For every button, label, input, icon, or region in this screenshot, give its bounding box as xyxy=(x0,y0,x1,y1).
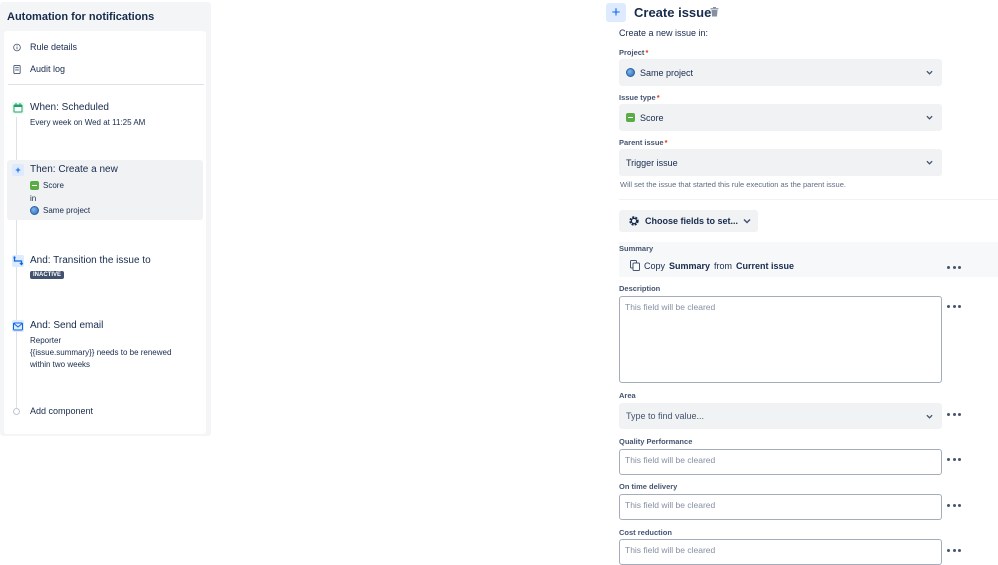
trigger-detail: Every week on Wed at 11:25 AM xyxy=(30,118,146,127)
choose-fields-button[interactable]: Choose fields to set... xyxy=(619,210,758,232)
email-subject-line1: {{issue.summary}} needs to be renewed xyxy=(30,348,172,357)
action-step-transition[interactable]: And: Transition the issue to INACTIVE xyxy=(7,251,203,285)
project-field-label: Project* xyxy=(619,48,648,57)
copy-from-text: from xyxy=(714,260,733,271)
rule-sidebar: Automation for notifications Rule detail… xyxy=(0,2,211,436)
action-step-email[interactable]: And: Send email Reporter {{issue.summary… xyxy=(7,316,203,369)
parent-issue-select[interactable]: Trigger issue xyxy=(619,149,942,176)
project-label-text: Project xyxy=(619,48,645,57)
transition-title: And: Transition the issue to xyxy=(30,255,151,266)
email-recipient: Reporter xyxy=(30,336,62,345)
required-indicator: * xyxy=(645,48,649,57)
add-component-dot xyxy=(13,408,20,415)
issue-type-label-text: Issue type xyxy=(619,93,656,102)
choose-fields-label: Choose fields to set... xyxy=(645,216,739,226)
copy-field-name: Summary xyxy=(669,260,711,271)
info-icon xyxy=(13,43,21,51)
copy-text: Copy xyxy=(644,260,666,271)
description-field[interactable]: This field will be cleared xyxy=(619,296,942,383)
email-subject-line2: within two weeks xyxy=(30,360,91,369)
project-text: Same project xyxy=(43,206,91,215)
action-header-title: Create issue xyxy=(634,5,712,20)
divider xyxy=(8,84,204,85)
area-more-icon[interactable] xyxy=(947,411,961,417)
rule-details-link[interactable]: Rule details xyxy=(13,39,77,55)
globe-icon xyxy=(626,68,635,77)
cost-more-icon[interactable] xyxy=(947,547,961,553)
delete-icon[interactable] xyxy=(710,7,719,17)
score-type-icon xyxy=(30,181,39,190)
plus-icon: + xyxy=(12,164,24,176)
create-subtitle: Create a new issue in: xyxy=(619,28,709,38)
quality-field[interactable]: This field will be cleared xyxy=(619,449,942,475)
action-title-label: Then: Create a new xyxy=(30,164,118,175)
chevron-down-icon xyxy=(743,218,751,224)
mail-icon xyxy=(12,320,24,332)
transition-icon xyxy=(12,255,24,267)
in-text: in xyxy=(30,194,37,203)
copy-icon xyxy=(630,260,640,271)
chevron-down-icon xyxy=(926,160,933,165)
copy-source-name: Current issue xyxy=(736,260,795,271)
ontime-label: On time delivery xyxy=(619,482,678,491)
issue-type-text: Score xyxy=(43,181,64,190)
required-indicator: * xyxy=(656,93,660,102)
calendar-icon xyxy=(12,102,24,114)
quality-more-icon[interactable] xyxy=(947,456,961,462)
section-divider xyxy=(619,199,998,200)
ontime-field[interactable]: This field will be cleared xyxy=(619,494,942,520)
email-title: And: Send email xyxy=(30,320,104,331)
audit-log-link[interactable]: Audit log xyxy=(13,61,65,77)
rule-details-label: Rule details xyxy=(30,42,78,52)
area-select[interactable]: Type to find value... xyxy=(619,403,942,429)
parent-issue-value: Trigger issue xyxy=(626,157,678,168)
cost-field[interactable]: This field will be cleared xyxy=(619,539,942,565)
project-globe-icon xyxy=(30,206,39,215)
score-icon xyxy=(626,113,635,122)
description-label: Description xyxy=(619,284,661,293)
action-step-create[interactable]: + Then: Create a new Score in Same proje… xyxy=(7,160,203,220)
project-value: Same project xyxy=(640,67,694,78)
trigger-title: When: Scheduled xyxy=(30,102,109,113)
chevron-down-icon xyxy=(926,115,933,120)
cost-label: Cost reduction xyxy=(619,528,672,537)
gear-icon xyxy=(629,216,639,226)
issue-type-line: Score xyxy=(30,181,64,190)
required-indicator: * xyxy=(664,138,668,147)
add-action-icon: + xyxy=(606,3,626,22)
area-placeholder: Type to find value... xyxy=(626,411,705,421)
summary-more-icon[interactable] xyxy=(947,264,961,270)
area-label: Area xyxy=(619,391,636,400)
project-select[interactable]: Same project xyxy=(619,59,942,86)
quality-label: Quality Performance xyxy=(619,437,693,446)
chevron-down-icon xyxy=(926,414,933,419)
issue-type-select[interactable]: Score xyxy=(619,104,942,131)
issue-type-value: Score xyxy=(640,112,664,123)
document-icon xyxy=(13,64,21,74)
ontime-more-icon[interactable] xyxy=(947,502,961,508)
issue-type-field-label: Issue type* xyxy=(619,93,660,102)
parent-helper-text: Will set the issue that started this rul… xyxy=(620,180,846,189)
add-component-button[interactable]: Add component xyxy=(30,406,93,416)
project-line: Same project xyxy=(30,206,90,215)
chevron-down-icon xyxy=(926,70,933,75)
parent-label-text: Parent issue xyxy=(619,138,664,147)
summary-label: Summary xyxy=(619,244,654,253)
rule-card: Rule details Audit log When: Scheduled E… xyxy=(4,31,206,434)
trigger-step[interactable]: When: Scheduled Every week on Wed at 11:… xyxy=(7,98,203,132)
summary-copy-value[interactable]: Copy Summary from Current issue xyxy=(630,260,794,271)
parent-issue-field-label: Parent issue* xyxy=(619,138,668,147)
description-more-icon[interactable] xyxy=(947,303,961,309)
status-lozenge: INACTIVE xyxy=(30,271,65,279)
audit-log-label: Audit log xyxy=(30,64,66,74)
status-line: INACTIVE xyxy=(30,271,65,279)
rule-title: Automation for notifications xyxy=(7,11,155,23)
